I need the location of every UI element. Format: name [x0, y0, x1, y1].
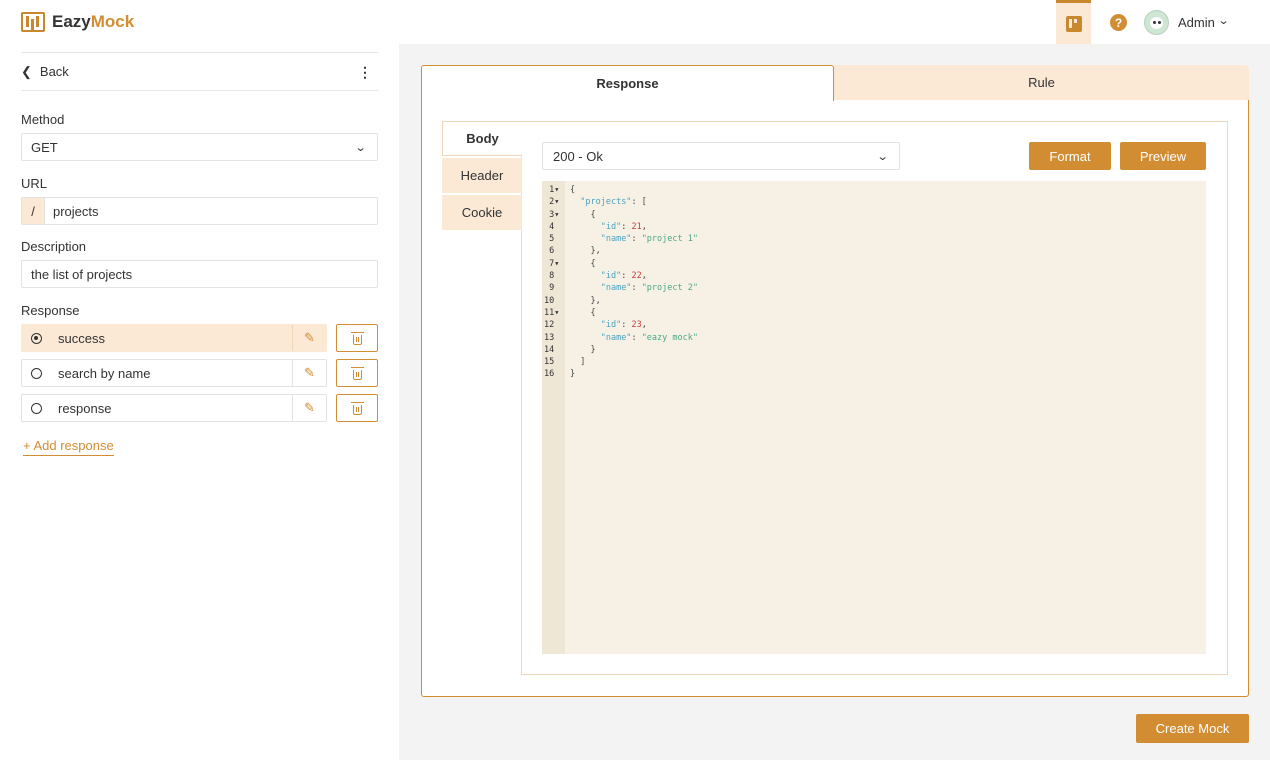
delete-response-button[interactable]	[336, 394, 378, 422]
code-line: },	[570, 246, 601, 257]
line-number: 4	[544, 221, 560, 232]
line-number: 13	[544, 332, 560, 343]
response-name: response	[58, 400, 112, 416]
code-content[interactable]: { "projects": [ { "id": 21, "name": "pro…	[570, 184, 698, 381]
line-number: 1▾	[544, 185, 560, 195]
chevron-left-icon[interactable]: ❮	[21, 64, 32, 80]
code-line: "name": "project 2"	[600, 283, 698, 294]
trash-icon	[350, 366, 364, 380]
method-value: GET	[31, 139, 58, 155]
method-select[interactable]: GET ⌄	[21, 133, 378, 161]
description-label: Description	[21, 239, 87, 254]
delete-response-button[interactable]	[336, 359, 378, 387]
response-label: Response	[21, 303, 80, 318]
preview-button[interactable]: Preview	[1120, 142, 1206, 170]
line-number: 15	[544, 357, 560, 368]
description-input[interactable]: the list of projects	[21, 260, 378, 288]
top-bar: EazyMock ? Admin ⌄	[0, 0, 1270, 44]
status-code-value: 200 - Ok	[553, 148, 603, 164]
sidebar: ❮ Back ⋮ Method GET ⌄ URL / projects Des…	[0, 44, 399, 760]
code-line: },	[570, 295, 601, 306]
subtab-body[interactable]: Body	[442, 121, 522, 156]
edit-icon[interactable]: ✎	[292, 360, 326, 386]
line-number: 16	[544, 369, 560, 380]
code-line: }	[570, 369, 576, 380]
tab-rule[interactable]: Rule	[834, 65, 1249, 100]
url-label: URL	[21, 176, 48, 191]
create-mock-button[interactable]: Create Mock	[1136, 714, 1249, 743]
add-response-link[interactable]: + Add response	[23, 438, 114, 456]
trash-icon	[350, 401, 364, 415]
method-label: Method	[21, 112, 65, 127]
status-code-select[interactable]: 200 - Ok ⌄	[542, 142, 900, 170]
line-number: 3▾	[544, 209, 560, 220]
back-button[interactable]: Back	[40, 64, 69, 79]
code-line: "id": 22,	[600, 271, 647, 282]
line-numbers: 1▾ 2▾ 3▾ 4 5 6 7▾ 8 9 10 11▾ 12 13 14 15 …	[544, 184, 564, 381]
url-prefix: /	[22, 198, 45, 224]
back-row: ❮ Back ⋮	[21, 52, 378, 91]
radio-unselected[interactable]	[31, 367, 42, 379]
code-line: {	[570, 258, 596, 269]
tab-response[interactable]: Response	[421, 65, 834, 101]
line-number: 6	[544, 246, 560, 257]
logo-icon	[21, 12, 45, 32]
code-line: {	[570, 185, 576, 195]
board-view-button[interactable]	[1056, 0, 1091, 44]
code-line: "name": "eazy mock"	[600, 332, 698, 343]
radio-selected[interactable]	[31, 332, 42, 344]
code-line: {	[570, 307, 596, 318]
code-line: "id": 23,	[600, 320, 647, 331]
code-line: }	[570, 344, 596, 355]
code-line: "projects": [	[580, 197, 647, 208]
code-line: ]	[570, 357, 586, 368]
help-icon[interactable]: ?	[1110, 14, 1127, 31]
code-line: "name": "project 1"	[600, 234, 698, 245]
delete-response-button[interactable]	[336, 324, 378, 352]
code-editor[interactable]: 1▾ 2▾ 3▾ 4 5 6 7▾ 8 9 10 11▾ 12 13 14 15 …	[542, 181, 1206, 654]
app-name: EazyMock	[52, 12, 135, 31]
format-button[interactable]: Format	[1029, 142, 1111, 170]
response-name: success	[58, 330, 105, 346]
code-line: "id": 21,	[600, 221, 647, 232]
edit-icon[interactable]: ✎	[292, 395, 326, 421]
user-name[interactable]: Admin	[1178, 15, 1215, 30]
description-value: the list of projects	[31, 266, 133, 282]
radio-unselected[interactable]	[31, 402, 42, 414]
line-number: 12	[544, 320, 560, 331]
edit-icon[interactable]: ✎	[292, 325, 326, 351]
response-name: search by name	[58, 365, 151, 381]
line-number: 7▾	[544, 258, 560, 269]
chevron-down-icon: ⌄	[876, 150, 889, 163]
trash-icon	[350, 331, 364, 345]
line-number: 5	[544, 234, 560, 245]
response-item[interactable]: response ✎	[21, 394, 327, 422]
chevron-down-icon[interactable]: ⌄	[1218, 14, 1230, 27]
url-value: projects	[53, 203, 99, 219]
line-number: 14	[544, 344, 560, 355]
response-item[interactable]: success ✎	[21, 324, 327, 352]
app-logo[interactable]: EazyMock	[21, 12, 134, 32]
line-number: 8	[544, 271, 560, 282]
line-number: 10	[544, 295, 560, 306]
subtab-cookie[interactable]: Cookie	[442, 195, 522, 230]
subtab-header[interactable]: Header	[442, 158, 522, 193]
avatar[interactable]	[1144, 10, 1169, 35]
code-line: {	[570, 209, 596, 220]
line-number: 9	[544, 283, 560, 294]
url-input[interactable]: / projects	[21, 197, 378, 225]
line-number: 11▾	[544, 307, 560, 318]
response-item[interactable]: search by name ✎	[21, 359, 327, 387]
line-number: 2▾	[544, 197, 560, 208]
chevron-down-icon: ⌄	[354, 141, 367, 154]
more-options-icon[interactable]: ⋮	[358, 65, 372, 79]
board-icon	[1065, 15, 1082, 32]
